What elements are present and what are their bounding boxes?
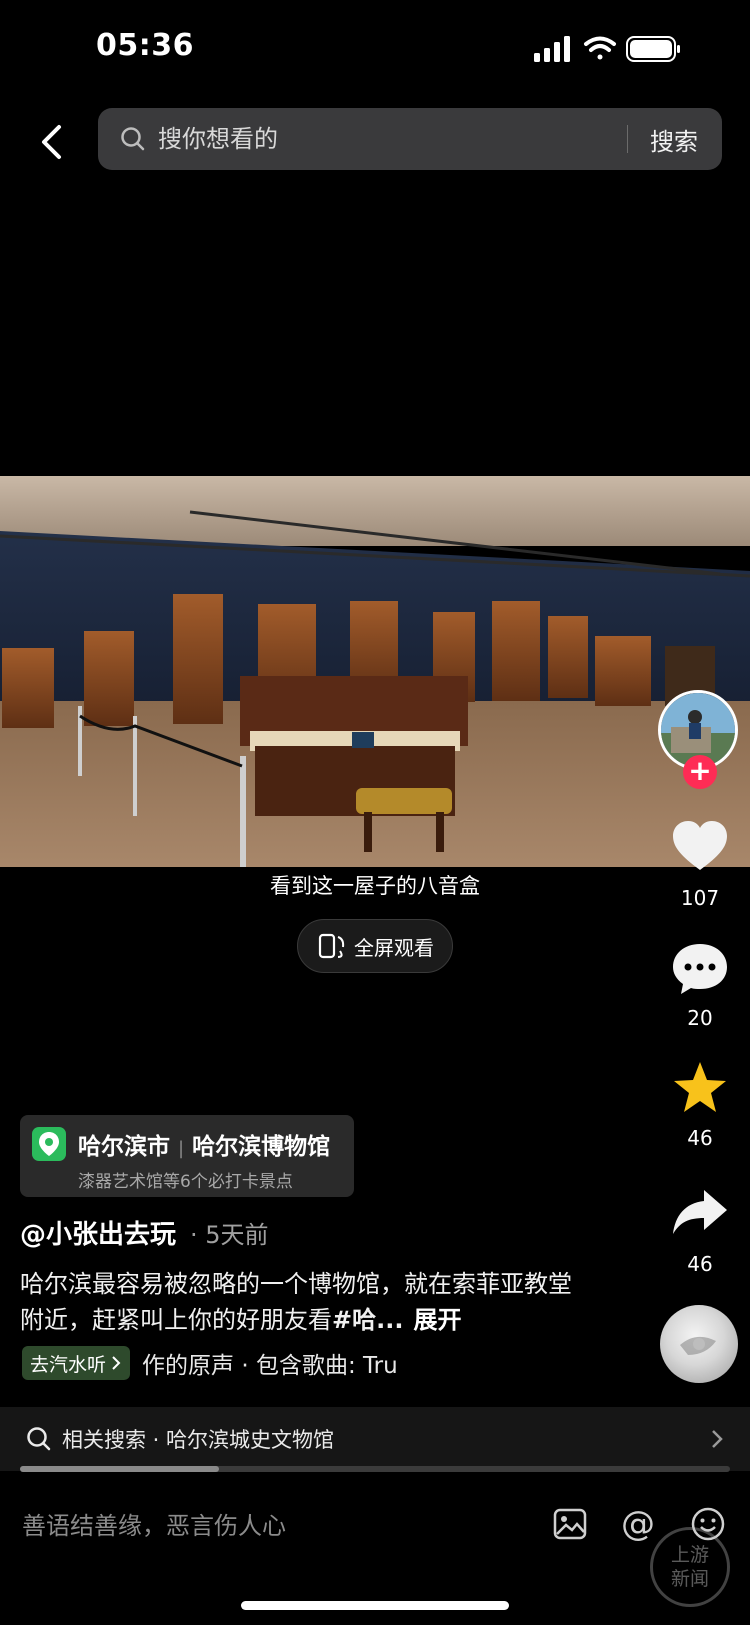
watermark-line-1: 上游: [670, 1544, 709, 1566]
status-icons: [534, 36, 680, 62]
star-icon: [674, 1062, 726, 1112]
watermark-line-2: 新闻: [670, 1568, 709, 1590]
at-icon: @: [621, 1504, 655, 1544]
chevron-right-icon: [112, 1356, 121, 1370]
music-disc[interactable]: [660, 1305, 738, 1383]
music-row[interactable]: 去汽水听 作的原声 · 包含歌曲: Tru: [22, 1345, 442, 1381]
music-text: 作的原声 · 包含歌曲: Tru: [142, 1353, 398, 1379]
favorite-count: 46: [687, 1126, 713, 1150]
location-subtitle: 漆器艺术馆等6个必打卡景点: [78, 1172, 293, 1192]
author-name[interactable]: @小张出去玩: [20, 1220, 176, 1250]
video-player[interactable]: [0, 476, 750, 867]
wifi-icon: [584, 36, 616, 60]
location-card[interactable]: 哈尔滨市 | 哈尔滨博物馆 漆器艺术馆等6个必打卡景点: [20, 1115, 354, 1197]
related-search-bar[interactable]: 相关搜索 · 哈尔滨城史文物馆: [0, 1407, 750, 1471]
favorite-button[interactable]: [665, 1060, 735, 1116]
location-pin-icon: [32, 1127, 66, 1161]
watermark-logo: 上游 新闻: [650, 1527, 730, 1607]
expand-button[interactable]: 展开: [413, 1306, 461, 1334]
image-icon: [553, 1508, 587, 1540]
post-caption: 哈尔滨最容易被忽略的一个博物馆，就在索菲亚教堂附近，赶紧叫上你的好朋友看#哈..…: [20, 1266, 580, 1338]
home-indicator[interactable]: [241, 1601, 509, 1610]
like-button[interactable]: [665, 820, 735, 872]
fullscreen-button[interactable]: 全屏观看: [297, 919, 453, 973]
comment-icon: [673, 944, 727, 994]
post-time: · 5天前: [190, 1221, 269, 1249]
video-frame-image: [0, 476, 750, 867]
search-input[interactable]: [156, 124, 627, 154]
music-cover-icon: [680, 1336, 716, 1355]
rotate-phone-icon: [318, 933, 345, 959]
author-line: @小张出去玩 · 5天前: [20, 1214, 269, 1251]
location-city: 哈尔滨市: [78, 1134, 170, 1160]
heart-icon: [673, 821, 727, 870]
chevron-left-icon: [42, 125, 61, 159]
search-icon: [121, 127, 145, 151]
share-button[interactable]: [665, 1188, 735, 1236]
music-tag-button[interactable]: 去汽水听: [22, 1346, 131, 1380]
caption-hashtag[interactable]: #哈...: [332, 1306, 403, 1334]
music-tag-label: 去汽水听: [30, 1353, 107, 1376]
back-button[interactable]: [22, 112, 82, 172]
signal-icon: [534, 36, 570, 62]
battery-icon: [626, 36, 680, 62]
location-place: 哈尔滨博物馆: [192, 1134, 331, 1160]
search-button[interactable]: 搜索: [650, 122, 698, 157]
search-bar[interactable]: 搜索: [98, 108, 722, 170]
follow-plus-button[interactable]: +: [683, 755, 717, 789]
location-title: 哈尔滨市 | 哈尔滨博物馆: [78, 1127, 330, 1161]
video-subtitle: 看到这一屋子的八音盒: [270, 874, 480, 898]
related-search-text: 相关搜索 · 哈尔滨城史文物馆: [62, 1428, 335, 1452]
video-progress-fill: [20, 1466, 219, 1472]
caption-text: 哈尔滨最容易被忽略的一个博物馆，就在索菲亚教堂附近，赶紧叫上你的好朋友看: [20, 1270, 572, 1334]
chevron-right-icon: [712, 1430, 723, 1448]
location-separator: |: [178, 1138, 185, 1159]
status-time: 05:36: [96, 28, 194, 63]
fullscreen-label: 全屏观看: [354, 935, 434, 960]
mention-button[interactable]: @: [616, 1502, 660, 1546]
image-button[interactable]: [548, 1502, 592, 1546]
share-arrow-icon: [673, 1190, 727, 1234]
search-divider: [627, 125, 628, 153]
like-count: 107: [680, 886, 720, 910]
share-count: 46: [687, 1252, 713, 1276]
comment-button[interactable]: [665, 942, 735, 996]
search-icon: [27, 1427, 51, 1451]
comment-input[interactable]: [20, 1500, 504, 1552]
comment-count: 20: [687, 1006, 713, 1030]
